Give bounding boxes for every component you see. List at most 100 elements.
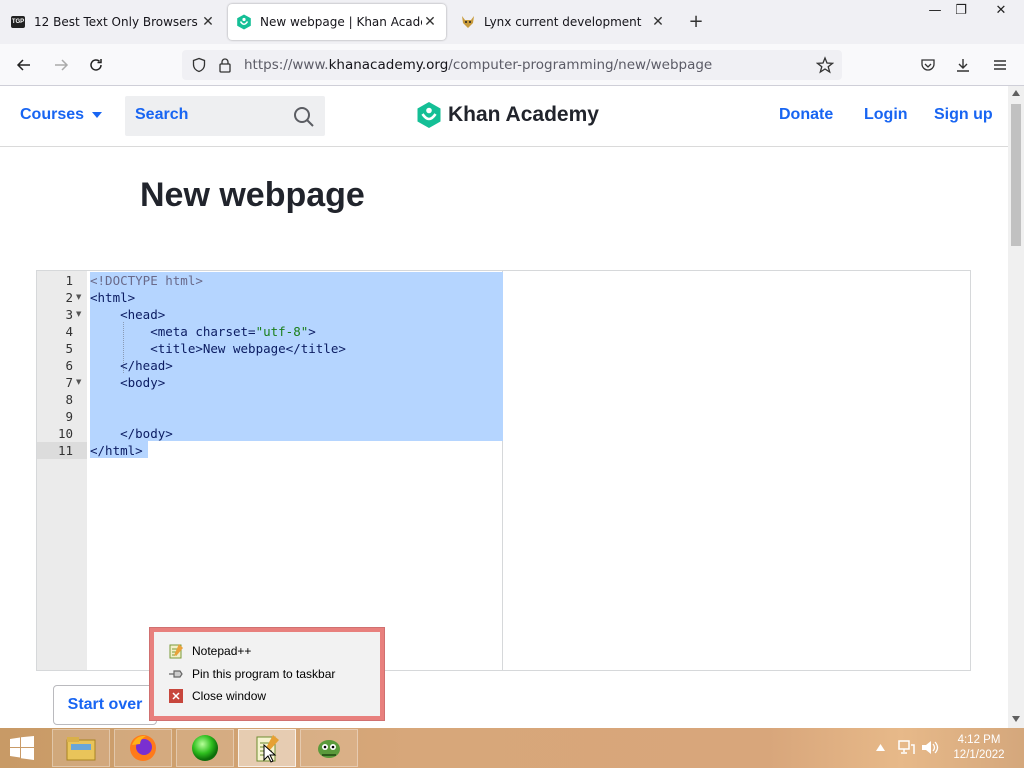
taskbar-lynx[interactable]: [300, 729, 358, 767]
close-tab-icon[interactable]: ✕: [422, 14, 438, 30]
tab-title: New webpage | Khan Academy: [260, 15, 422, 29]
khan-academy-logo-icon: [417, 102, 441, 128]
tab-lynx-development[interactable]: Lynx current development ✕: [452, 4, 674, 40]
taskbar-green-orb-app[interactable]: [176, 729, 234, 767]
login-link[interactable]: Login: [864, 106, 908, 124]
menu-button[interactable]: [988, 53, 1012, 77]
file-explorer-icon: [66, 737, 96, 761]
mouse-cursor-icon: [263, 744, 277, 763]
code-line: <!DOCTYPE html>: [90, 273, 203, 288]
fold-arrow-icon[interactable]: ▼: [76, 289, 81, 306]
back-button[interactable]: [12, 53, 36, 77]
tab-text-only-browsers[interactable]: TGP 12 Best Text Only Browsers for b ✕: [2, 4, 224, 40]
page-title: New webpage: [140, 176, 365, 214]
forward-arrow-icon: [55, 59, 69, 71]
line-number: 6: [65, 358, 73, 373]
khan-academy-header: Courses Search Khan Academy Donate Login…: [0, 86, 1008, 147]
fold-arrow-icon[interactable]: ▼: [76, 306, 81, 323]
bookmark-star-icon[interactable]: [816, 56, 834, 74]
line-number: 2: [65, 290, 73, 305]
network-icon[interactable]: [897, 739, 915, 756]
notepadpp-icon: [168, 643, 184, 659]
volume-icon[interactable]: [921, 739, 939, 756]
tab-khan-academy[interactable]: New webpage | Khan Academy ✕: [228, 4, 446, 40]
back-arrow-icon: [16, 59, 30, 71]
code-line: <body>: [90, 375, 166, 390]
search-icon[interactable]: [293, 106, 315, 128]
taskbar-firefox[interactable]: [114, 729, 172, 767]
scroll-up-icon[interactable]: [1012, 90, 1020, 96]
scrollbar-thumb[interactable]: [1011, 104, 1021, 246]
line-number-gutter: 1 2 ▼ 3 ▼ 4 5 6 7 ▼ 8 9 10 11: [37, 271, 87, 691]
clock-date: 12/1/2022: [953, 749, 1005, 761]
close-tab-icon[interactable]: ✕: [650, 14, 666, 30]
reload-button[interactable]: [84, 53, 108, 77]
signup-link[interactable]: Sign up: [934, 106, 993, 124]
line-number: 10: [57, 426, 73, 441]
search-input[interactable]: Search: [125, 96, 325, 136]
start-over-button[interactable]: Start over: [53, 685, 157, 725]
caret-down-icon: [92, 112, 103, 118]
clock-time: 4:12 PM: [957, 734, 1001, 746]
taskbar-jump-list: Notepad++ Pin this program to taskbar Cl…: [150, 628, 384, 720]
scroll-down-icon[interactable]: [1012, 716, 1020, 722]
download-icon: [957, 59, 969, 72]
fold-arrow-icon[interactable]: ▼: [76, 374, 81, 391]
start-button[interactable]: [8, 736, 38, 762]
downloads-button[interactable]: [951, 53, 975, 77]
reload-icon: [90, 59, 102, 71]
line-number: 3: [65, 307, 73, 322]
taskbar-file-explorer[interactable]: [52, 729, 110, 767]
line-number: 4: [65, 324, 73, 339]
jumplist-item-pin[interactable]: Pin this program to taskbar: [168, 665, 335, 683]
taskbar-notepadpp[interactable]: [238, 729, 296, 767]
code-line: </head>: [90, 358, 173, 373]
windows-taskbar: 4:12 PM 12/1/2022: [0, 728, 1024, 768]
code-line: <meta charset="utf-8">: [90, 324, 316, 339]
jumplist-item-notepadpp[interactable]: Notepad++: [168, 642, 251, 660]
tab-title: Lynx current development: [484, 15, 642, 29]
line-number: 1: [65, 273, 73, 288]
address-bar[interactable]: https://www.khanacademy.org/computer-pro…: [182, 50, 842, 80]
windows-logo-icon: [10, 736, 34, 760]
lock-icon[interactable]: [218, 57, 232, 73]
navigation-toolbar: https://www.khanacademy.org/computer-pro…: [0, 44, 1024, 86]
green-orb-icon: [192, 735, 218, 761]
line-number: 5: [65, 341, 73, 356]
firefox-icon: [130, 735, 156, 761]
line-number: 7: [65, 375, 73, 390]
jumplist-item-close-window[interactable]: Close window: [168, 687, 266, 705]
forward-button[interactable]: [49, 53, 73, 77]
line-number: 11: [57, 443, 73, 458]
courses-menu[interactable]: Courses: [20, 106, 103, 124]
khan-academy-icon: [236, 14, 252, 30]
page-scrollbar[interactable]: [1008, 86, 1024, 728]
khan-academy-logo[interactable]: Khan Academy: [416, 101, 599, 129]
code-line: </html>: [90, 443, 143, 458]
code-line: </body>: [90, 426, 173, 441]
shield-icon[interactable]: [191, 57, 207, 73]
donate-link[interactable]: Donate: [779, 106, 833, 124]
lynx-icon: [318, 740, 340, 758]
code-line: <title>New webpage</title>: [90, 341, 346, 356]
hamburger-menu-icon: [994, 60, 1006, 70]
line-number: 9: [65, 409, 73, 424]
tgp-icon: TGP: [10, 14, 26, 30]
url-text: https://www.khanacademy.org/computer-pro…: [244, 57, 713, 73]
code-line: <html>: [90, 290, 136, 305]
pocket-button[interactable]: [916, 53, 940, 77]
code-line: <head>: [90, 307, 166, 322]
code-editor-panel: 1 2 ▼ 3 ▼ 4 5 6 7 ▼ 8 9 10 11 <!DOCTYPE html> <html> <…: [36, 270, 971, 691]
logo-text: Khan Academy: [448, 103, 599, 126]
search-placeholder: Search: [135, 106, 189, 123]
restore-button[interactable]: ❐: [944, 0, 978, 22]
output-preview: [504, 271, 970, 691]
new-tab-button[interactable]: +: [684, 10, 708, 34]
system-clock[interactable]: 4:12 PM 12/1/2022: [944, 733, 1014, 763]
pocket-icon: [921, 59, 935, 71]
show-hidden-icons-icon[interactable]: [876, 744, 885, 751]
browser-tab-strip: TGP 12 Best Text Only Browsers for b ✕ N…: [0, 0, 1024, 44]
close-tab-icon[interactable]: ✕: [200, 14, 216, 30]
lynx-icon: [460, 14, 476, 30]
close-window-button[interactable]: ✕: [984, 0, 1018, 22]
